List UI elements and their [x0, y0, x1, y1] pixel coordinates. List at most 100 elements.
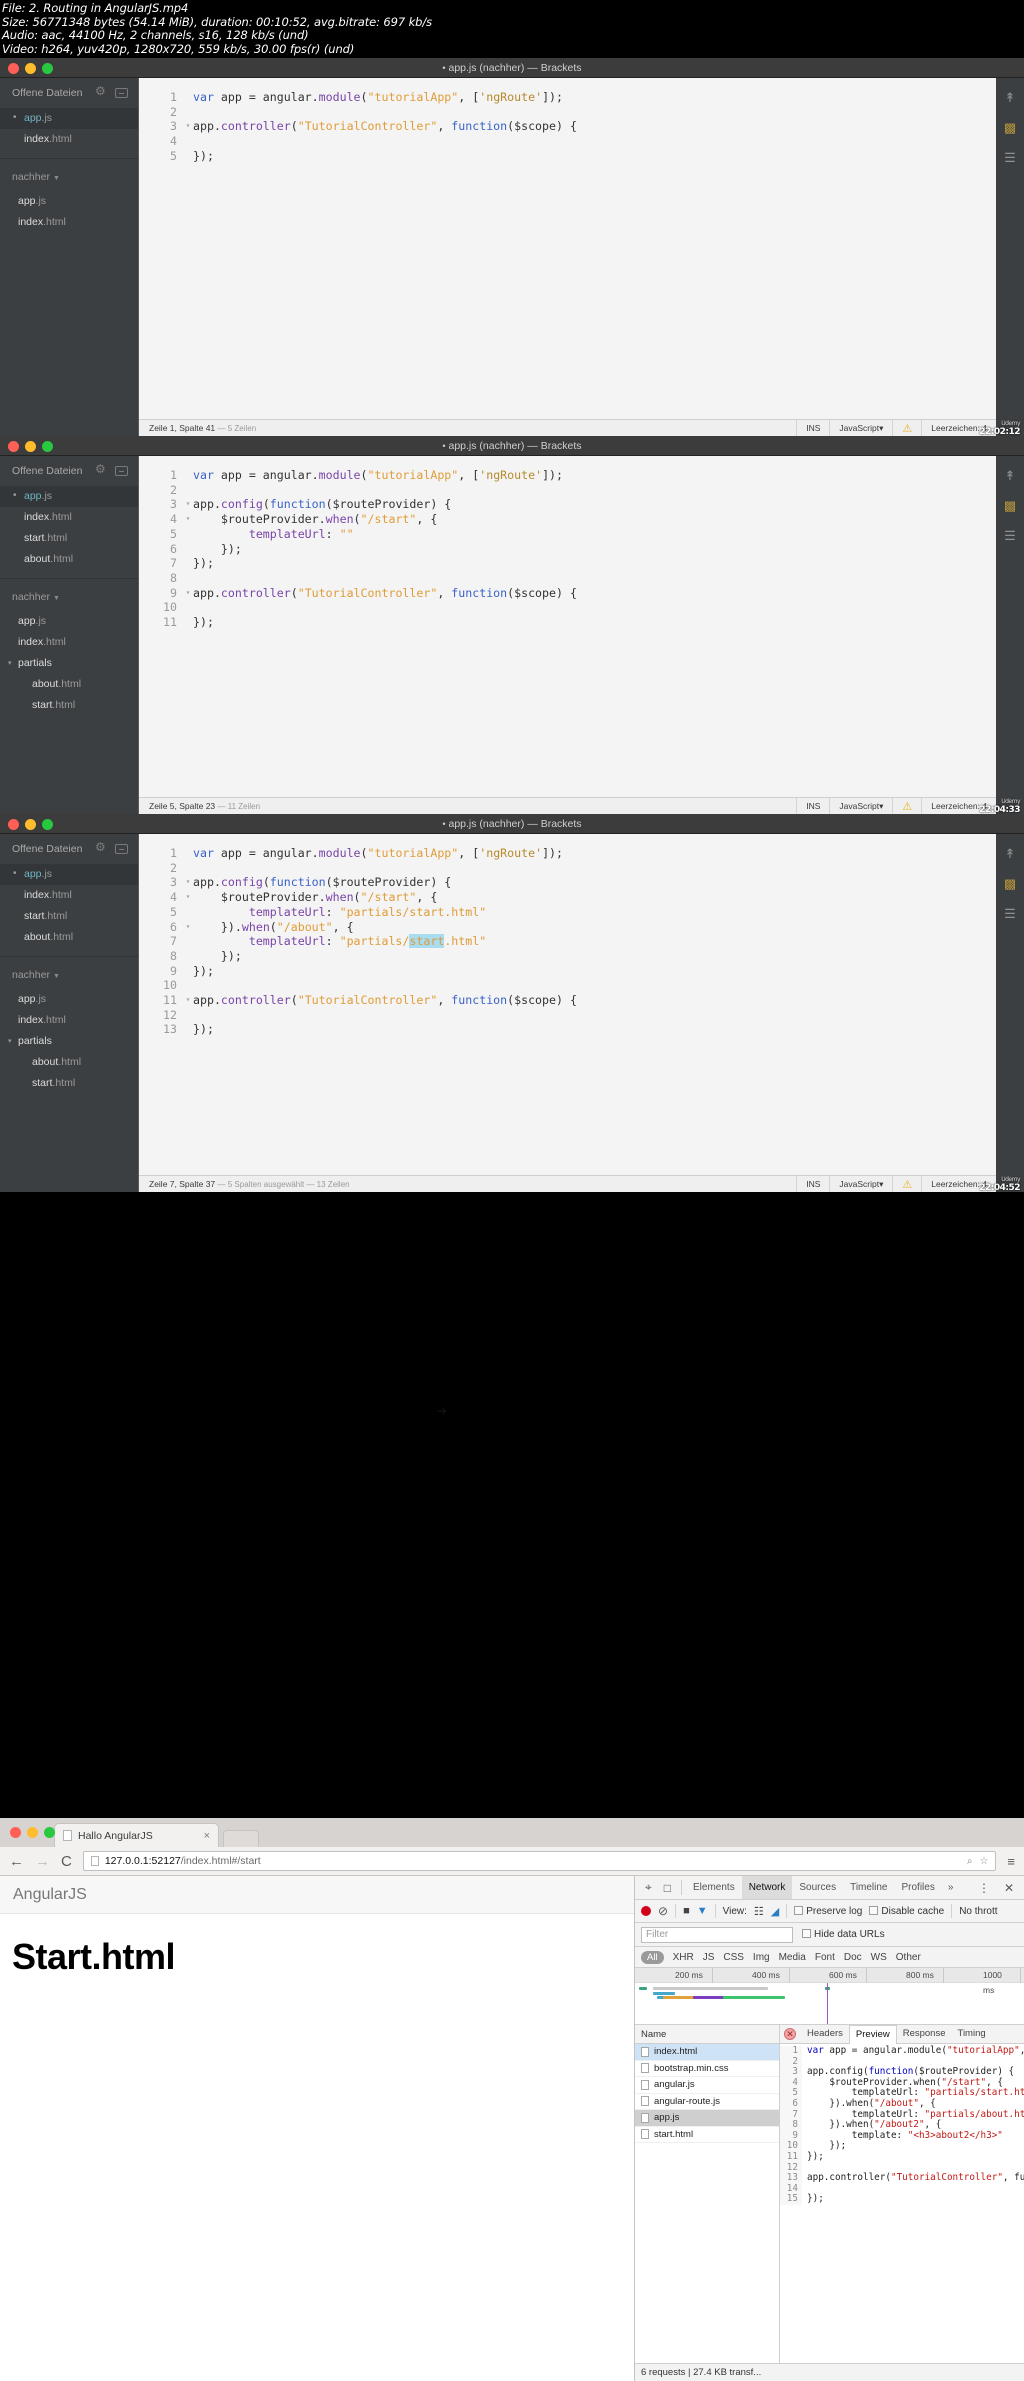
- insert-mode-indicator[interactable]: INS: [796, 1175, 829, 1192]
- tree-folder-item[interactable]: partials: [0, 1031, 138, 1052]
- extension-manager-icon[interactable]: ☰: [1004, 150, 1016, 166]
- gear-icon[interactable]: [95, 840, 106, 855]
- resource-filter-doc[interactable]: Doc: [844, 1952, 862, 1963]
- minimize-window-button[interactable]: [25, 63, 36, 74]
- forward-arrow-icon[interactable]: →: [35, 1853, 50, 1870]
- code-fold-icon[interactable]: [183, 90, 193, 105]
- code-editor[interactable]: 1 var app = angular.module("tutorialApp",…: [138, 834, 996, 1192]
- close-icon[interactable]: ×: [204, 1830, 210, 1842]
- language-selector[interactable]: JavaScript ▾: [829, 1175, 892, 1192]
- code-content[interactable]: 1 var app = angular.module("tutorialApp",…: [139, 834, 996, 1037]
- cursor-position[interactable]: Zeile 5, Spalte 23 — 11 Zeilen: [139, 801, 796, 811]
- gear-icon[interactable]: [95, 84, 106, 99]
- back-arrow-icon[interactable]: ←: [9, 1853, 24, 1870]
- request-row[interactable]: index.html: [635, 2044, 779, 2061]
- insert-mode-indicator[interactable]: INS: [796, 419, 829, 436]
- request-row[interactable]: angular-route.js: [635, 2094, 779, 2110]
- chevron-down-icon[interactable]: ▼: [53, 175, 60, 182]
- code-fold-icon[interactable]: ▾: [183, 497, 193, 512]
- live-preview-icon[interactable]: ↟: [1005, 468, 1016, 484]
- code-fold-icon[interactable]: [183, 1008, 193, 1023]
- toolbar-icon[interactable]: ▩: [1004, 498, 1016, 514]
- preserve-log-checkbox[interactable]: Preserve log: [794, 1905, 862, 1917]
- split-view-icon[interactable]: [115, 466, 128, 476]
- code-fold-icon[interactable]: [183, 542, 193, 557]
- window-traffic-lights[interactable]: [8, 63, 53, 74]
- project-name[interactable]: nachher ▼: [0, 957, 138, 989]
- open-file-item[interactable]: app.js: [0, 108, 138, 129]
- close-window-button[interactable]: [8, 819, 19, 830]
- code-fold-icon[interactable]: [183, 949, 193, 964]
- more-tabs-icon[interactable]: »: [942, 1882, 960, 1893]
- inspect-element-icon[interactable]: ⌖: [639, 1880, 658, 1895]
- code-editor[interactable]: 1 var app = angular.module("tutorialApp",…: [138, 78, 996, 436]
- gear-icon[interactable]: [95, 462, 106, 477]
- kebab-menu-icon[interactable]: ⋮: [972, 1881, 996, 1895]
- language-selector[interactable]: JavaScript ▾: [829, 419, 892, 436]
- capture-screenshots-icon[interactable]: ■: [683, 1905, 690, 1917]
- tree-file-item[interactable]: app.js: [0, 989, 138, 1010]
- open-file-item[interactable]: index.html: [0, 507, 138, 528]
- toolbar-icon[interactable]: ▩: [1004, 120, 1016, 136]
- code-fold-icon[interactable]: [183, 846, 193, 861]
- code-fold-icon[interactable]: [183, 615, 193, 630]
- open-file-item[interactable]: about.html: [0, 927, 138, 948]
- filter-icon[interactable]: ▼: [697, 1905, 708, 1917]
- maximize-window-button[interactable]: [42, 819, 53, 830]
- lint-warning-icon[interactable]: ⚠: [892, 419, 921, 436]
- open-file-item[interactable]: start.html: [0, 906, 138, 927]
- tree-folder-item[interactable]: partials: [0, 653, 138, 674]
- request-row[interactable]: app.js: [635, 2110, 779, 2127]
- minimize-window-button[interactable]: [25, 819, 36, 830]
- open-file-item[interactable]: start.html: [0, 528, 138, 549]
- search-icon[interactable]: ⌕: [967, 1856, 973, 1867]
- throttling-select[interactable]: No thrott: [959, 1906, 997, 1917]
- code-fold-icon[interactable]: [183, 978, 193, 993]
- code-fold-icon[interactable]: ▾: [183, 119, 193, 134]
- lint-warning-icon[interactable]: ⚠: [892, 1175, 921, 1192]
- tree-file-item[interactable]: about.html: [0, 1052, 138, 1073]
- window-traffic-lights[interactable]: [8, 441, 53, 452]
- code-fold-icon[interactable]: [183, 105, 193, 120]
- hide-data-urls-checkbox[interactable]: Hide data URLs: [802, 1929, 885, 1940]
- tree-file-item[interactable]: app.js: [0, 191, 138, 212]
- open-file-item[interactable]: app.js: [0, 864, 138, 885]
- code-fold-icon[interactable]: [183, 934, 193, 949]
- code-fold-icon[interactable]: [183, 468, 193, 483]
- open-file-item[interactable]: index.html: [0, 129, 138, 150]
- browser-tab[interactable]: Hallo AngularJS ×: [54, 1823, 219, 1847]
- extension-manager-icon[interactable]: ☰: [1004, 906, 1016, 922]
- maximize-window-button[interactable]: [42, 63, 53, 74]
- record-button[interactable]: [641, 1906, 651, 1916]
- code-fold-icon[interactable]: [183, 483, 193, 498]
- detail-tab-preview[interactable]: Preview: [848, 2024, 897, 2044]
- reload-icon[interactable]: C: [61, 1853, 72, 1870]
- chevron-down-icon[interactable]: ▼: [53, 595, 60, 602]
- open-file-item[interactable]: app.js: [0, 486, 138, 507]
- address-bar[interactable]: 127.0.0.1:52127/index.html#/start ⌕ ☆: [82, 1851, 997, 1871]
- request-row[interactable]: start.html: [635, 2127, 779, 2143]
- filter-input[interactable]: Filter: [641, 1926, 793, 1943]
- maximize-window-button[interactable]: [42, 441, 53, 452]
- tab-sources[interactable]: Sources: [792, 1876, 843, 1899]
- chevron-down-icon[interactable]: ▼: [53, 973, 60, 980]
- code-editor[interactable]: 1 var app = angular.module("tutorialApp",…: [138, 456, 996, 814]
- maximize-window-button[interactable]: [44, 1827, 55, 1838]
- detail-tab-response[interactable]: Response: [897, 2025, 952, 2043]
- code-fold-icon[interactable]: ▾: [183, 890, 193, 905]
- window-traffic-lights[interactable]: [10, 1827, 55, 1838]
- open-file-item[interactable]: index.html: [0, 885, 138, 906]
- code-fold-icon[interactable]: [183, 571, 193, 586]
- detail-tab-headers[interactable]: Headers: [801, 2025, 849, 2043]
- resource-filter-font[interactable]: Font: [815, 1952, 835, 1963]
- split-view-icon[interactable]: [115, 88, 128, 98]
- code-fold-icon[interactable]: ▾: [183, 586, 193, 601]
- code-fold-icon[interactable]: ▾: [183, 920, 193, 935]
- code-fold-icon[interactable]: [183, 1022, 193, 1037]
- code-fold-icon[interactable]: [183, 905, 193, 920]
- close-window-button[interactable]: [8, 441, 19, 452]
- bookmark-star-icon[interactable]: ☆: [979, 1856, 988, 1867]
- resource-filter-ws[interactable]: WS: [871, 1952, 887, 1963]
- device-toolbar-icon[interactable]: □: [658, 1881, 677, 1895]
- navbar-brand[interactable]: AngularJS: [13, 1886, 87, 1904]
